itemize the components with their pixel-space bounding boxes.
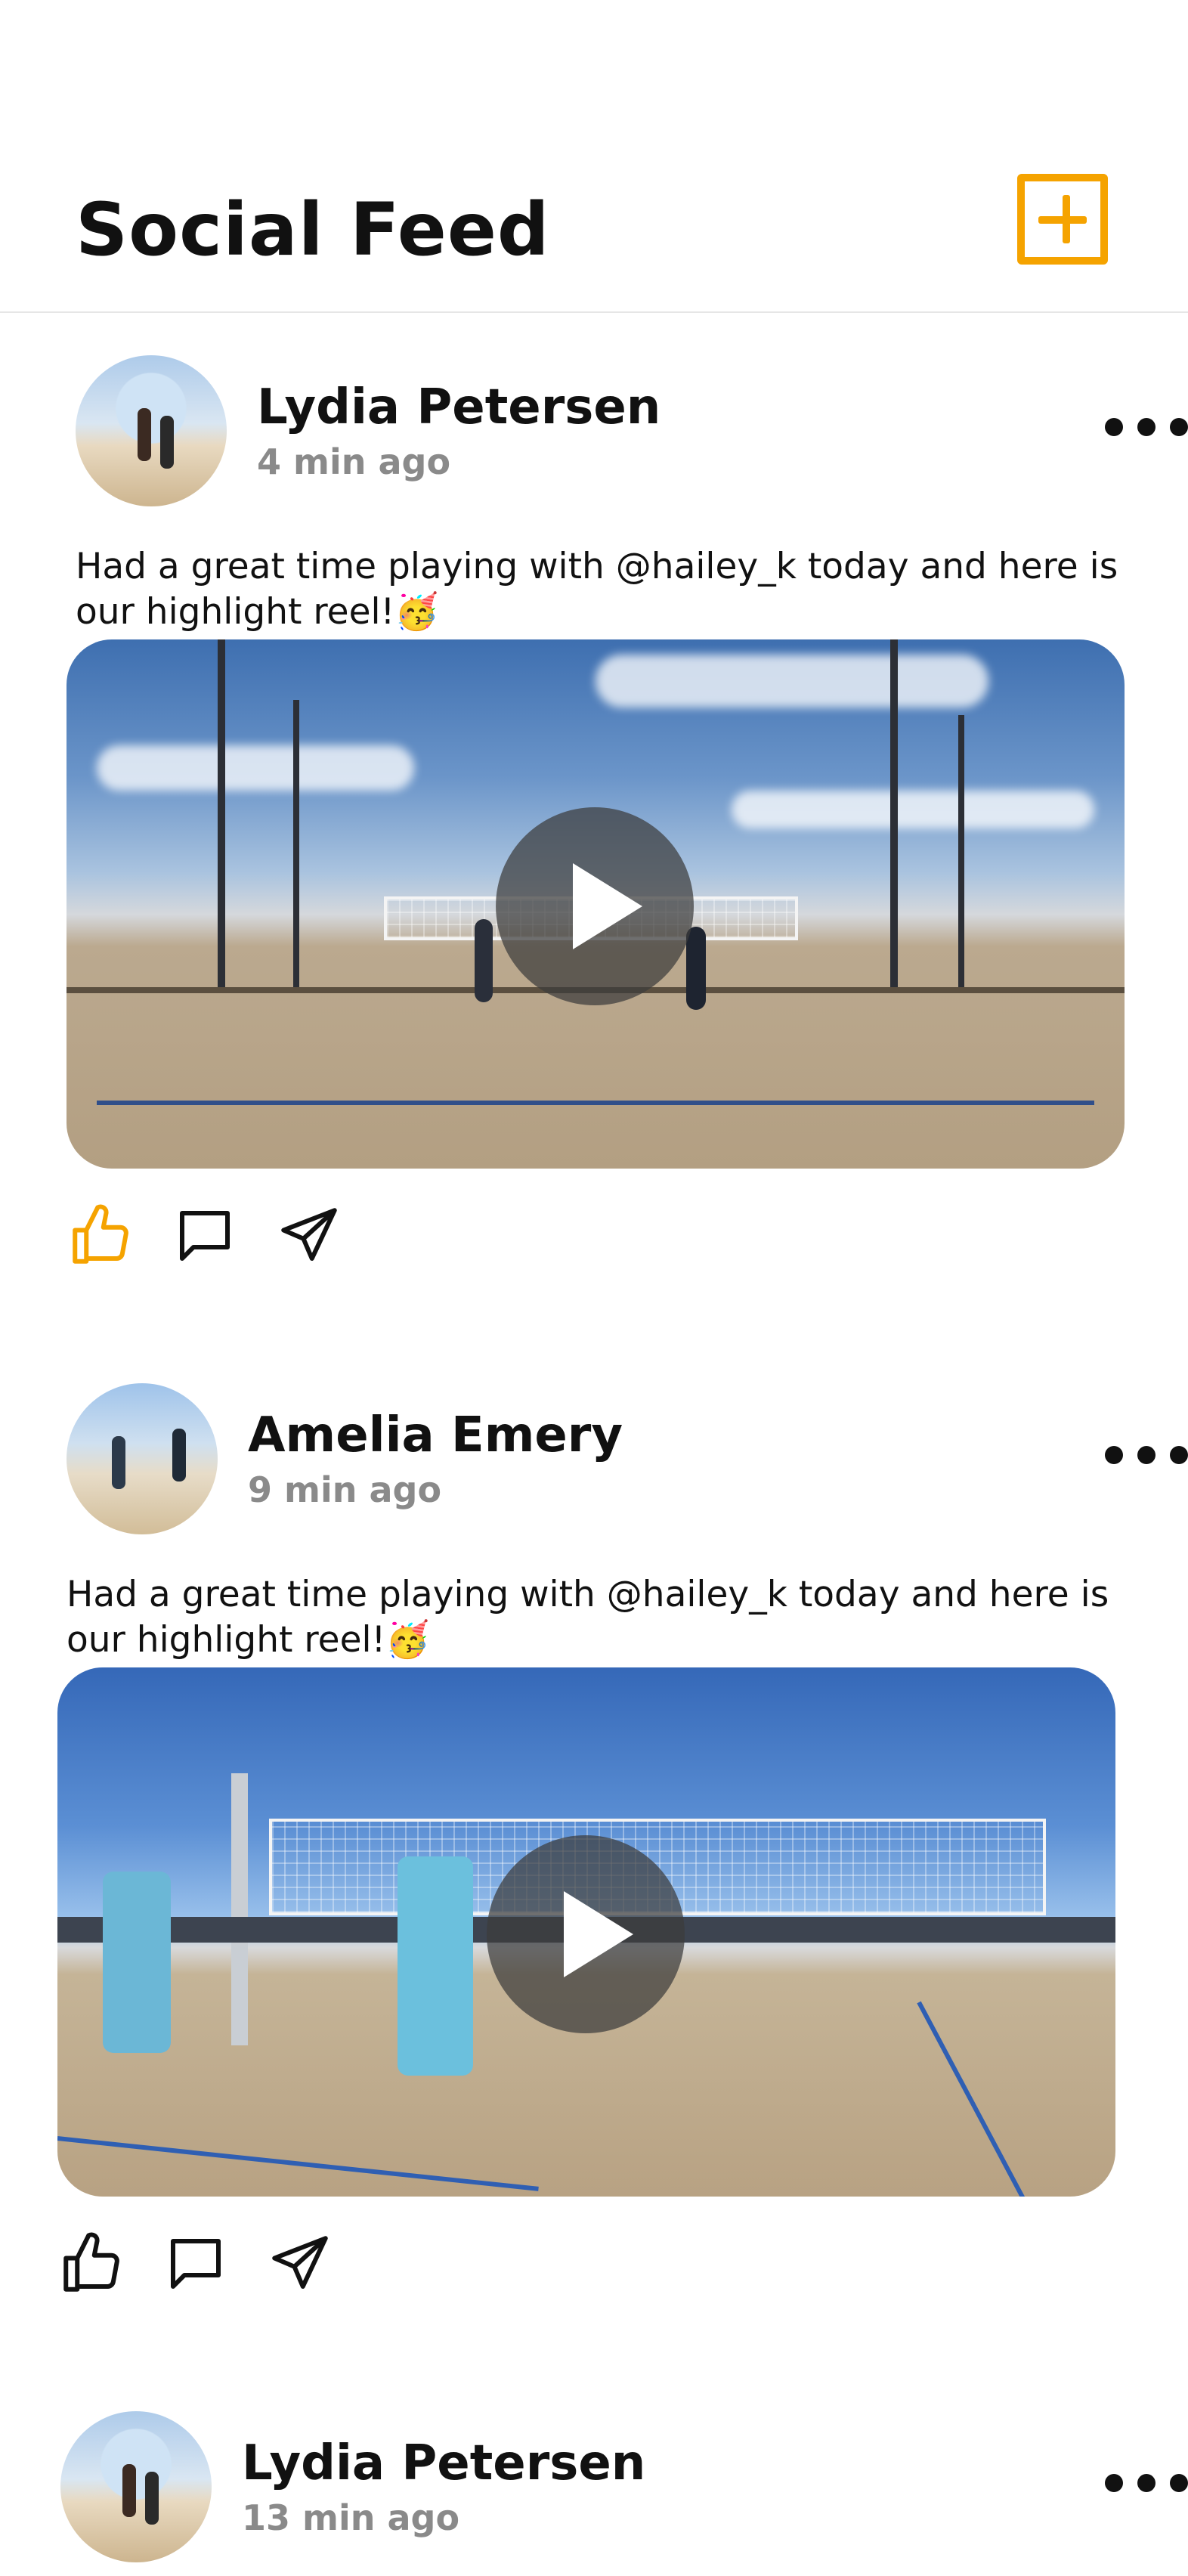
post-actions [57, 2230, 360, 2298]
play-icon[interactable] [487, 1835, 685, 2033]
comment-icon[interactable] [171, 1202, 239, 1270]
post-author[interactable]: Lydia Petersen [257, 379, 661, 435]
post-video[interactable] [67, 639, 1125, 1169]
post-author[interactable]: Lydia Petersen [242, 2435, 645, 2491]
play-icon[interactable] [496, 807, 694, 1005]
app-header: Social Feed [0, 0, 1188, 313]
post-video[interactable] [57, 1667, 1115, 2197]
post-time: 9 min ago [248, 1469, 442, 1510]
page-title: Social Feed [76, 187, 550, 272]
more-horizontal-icon[interactable] [1105, 416, 1188, 438]
post-card: Lydia Petersen 13 min ago [60, 2411, 1188, 2576]
post-time: 4 min ago [257, 441, 451, 482]
post-author[interactable]: Amelia Emery [248, 1407, 623, 1463]
avatar[interactable] [60, 2411, 212, 2562]
thumbs-up-icon[interactable] [57, 2230, 125, 2298]
send-icon[interactable] [266, 2230, 334, 2298]
post-card: Amelia Emery 9 min ago Had a great time … [57, 1383, 1188, 2366]
avatar[interactable] [76, 355, 227, 506]
post-caption: Had a great time playing with @hailey_k … [76, 546, 1118, 633]
post-time: 13 min ago [242, 2497, 460, 2538]
more-horizontal-icon[interactable] [1105, 1444, 1188, 1466]
avatar[interactable] [67, 1383, 218, 1534]
comment-icon[interactable] [162, 2230, 230, 2298]
plus-square-icon[interactable] [1017, 174, 1108, 265]
post-caption: Had a great time playing with @hailey_k … [67, 1574, 1109, 1661]
post-card: Lydia Petersen 4 min ago Had a great tim… [67, 355, 1188, 1338]
thumbs-up-icon[interactable] [67, 1202, 135, 1270]
more-horizontal-icon[interactable] [1105, 2472, 1188, 2494]
post-actions [67, 1202, 369, 1270]
header-divider [0, 311, 1188, 313]
send-icon[interactable] [275, 1202, 343, 1270]
